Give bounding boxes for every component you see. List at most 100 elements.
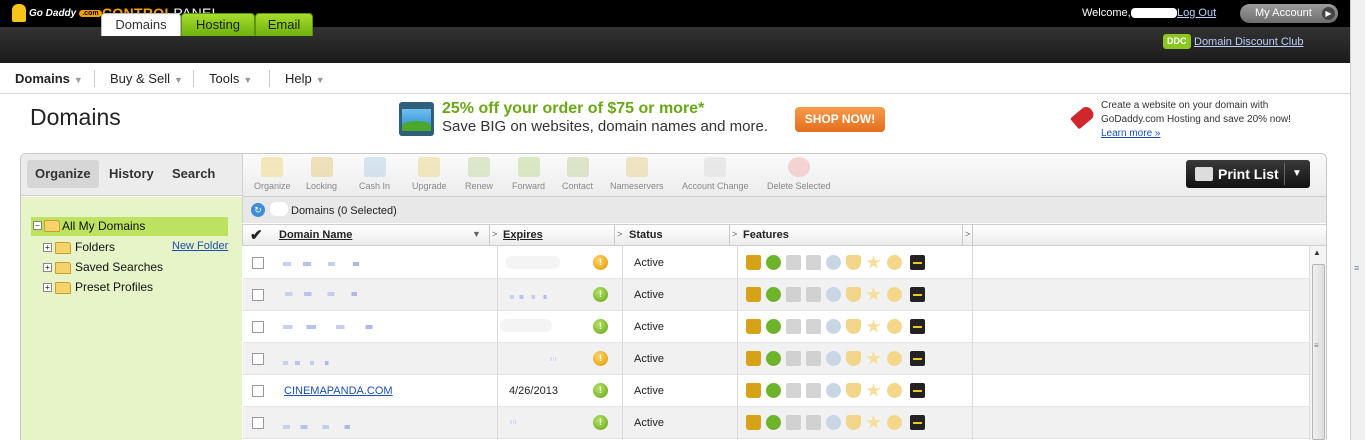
redacted-domain[interactable]	[283, 361, 343, 365]
column-expires[interactable]: Expires	[503, 229, 543, 241]
lock-icon[interactable]	[746, 319, 761, 334]
shield-icon[interactable]	[846, 351, 861, 366]
tab-domains[interactable]: Domains	[101, 13, 181, 36]
locking-tool[interactable]: Locking	[306, 157, 337, 191]
sync-icon[interactable]	[766, 287, 781, 302]
row-checkbox[interactable]	[252, 417, 264, 429]
column-features[interactable]: Features	[743, 229, 789, 241]
privacy-icon[interactable]	[806, 319, 821, 334]
cloud-icon[interactable]	[826, 287, 841, 302]
column-menu-icon[interactable]: >	[732, 229, 737, 239]
domain-link[interactable]: CINEMAPANDA.COM	[284, 385, 393, 397]
row-checkbox[interactable]	[252, 385, 264, 397]
tab-hosting[interactable]: Hosting	[181, 13, 255, 36]
sun-icon[interactable]	[887, 415, 902, 430]
contact-tool[interactable]: Contact	[562, 157, 593, 191]
learn-more-link[interactable]: Learn more »	[1101, 128, 1160, 139]
lock-icon[interactable]	[746, 415, 761, 430]
lock-icon[interactable]	[746, 287, 761, 302]
tab-search[interactable]: Search	[164, 160, 223, 188]
column-menu-icon[interactable]: >	[617, 229, 622, 239]
lock-icon[interactable]	[746, 383, 761, 398]
caret-down-icon[interactable]: ▼	[1292, 160, 1302, 188]
pulse-icon[interactable]	[910, 383, 925, 398]
column-status[interactable]: Status	[629, 229, 663, 241]
privacy-icon[interactable]	[806, 415, 821, 430]
window-scrollbar[interactable]: ≡	[1350, 0, 1365, 440]
dns-icon[interactable]	[786, 383, 801, 398]
godaddy-logo[interactable]: Go Daddy .com	[12, 4, 102, 22]
sync-icon[interactable]	[766, 383, 781, 398]
sun-icon[interactable]	[887, 287, 902, 302]
sort-down-icon[interactable]: ▼	[472, 229, 481, 239]
redacted-domain[interactable]	[283, 262, 383, 266]
tab-organize[interactable]: Organize	[27, 160, 99, 188]
tree-saved-searches[interactable]: + Saved Searches	[43, 260, 163, 274]
menu-buy-sell[interactable]: Buy & Sell ▼	[110, 71, 183, 86]
sync-icon[interactable]	[766, 351, 781, 366]
domain-discount-club-link[interactable]: Domain Discount Club	[1194, 36, 1303, 48]
pulse-icon[interactable]	[910, 319, 925, 334]
sync-icon[interactable]	[766, 415, 781, 430]
privacy-icon[interactable]	[806, 287, 821, 302]
privacy-icon[interactable]	[806, 255, 821, 270]
column-menu-icon[interactable]: >	[492, 229, 497, 239]
sun-icon[interactable]	[887, 351, 902, 366]
scroll-thumb[interactable]	[1312, 264, 1325, 440]
shield-icon[interactable]	[846, 255, 861, 270]
renew-tool[interactable]: Renew	[465, 157, 493, 191]
nameservers-tool[interactable]: Nameservers	[610, 157, 664, 191]
my-account-button[interactable]: My Account ▶	[1240, 4, 1338, 23]
expand-icon[interactable]: +	[43, 243, 52, 253]
column-divider[interactable]	[614, 225, 615, 245]
sync-icon[interactable]	[766, 255, 781, 270]
scroll-up-icon[interactable]: ▲	[1313, 248, 1321, 257]
dns-icon[interactable]	[786, 287, 801, 302]
upgrade-tool[interactable]: Upgrade	[412, 157, 447, 191]
column-divider[interactable]	[489, 225, 490, 245]
new-folder-link[interactable]: New Folder	[172, 240, 228, 252]
dns-icon[interactable]	[786, 319, 801, 334]
row-checkbox[interactable]	[252, 353, 264, 365]
menu-domains[interactable]: Domains ▼	[15, 71, 83, 86]
redacted-domain[interactable]	[283, 325, 401, 329]
cash-in-tool[interactable]: Cash In	[359, 157, 390, 191]
privacy-icon[interactable]	[806, 383, 821, 398]
column-divider[interactable]	[729, 225, 730, 245]
forward-tool[interactable]: Forward	[512, 157, 545, 191]
delete-selected-tool[interactable]: Delete Selected	[767, 157, 831, 191]
account-change-tool[interactable]: Account Change	[682, 157, 749, 191]
lock-icon[interactable]	[746, 255, 761, 270]
pulse-icon[interactable]	[910, 287, 925, 302]
column-domain-name[interactable]: Domain Name	[279, 229, 352, 241]
pulse-icon[interactable]	[910, 255, 925, 270]
tab-email[interactable]: Email	[255, 13, 313, 36]
sun-icon[interactable]	[887, 383, 902, 398]
column-menu-icon[interactable]: >	[965, 229, 970, 239]
organize-tool[interactable]: Organize	[254, 157, 291, 191]
select-all-checkmark[interactable]: ✔	[250, 226, 263, 244]
logout-link[interactable]: Log Out	[1177, 7, 1216, 19]
cloud-icon[interactable]	[826, 383, 841, 398]
expand-icon[interactable]: +	[43, 283, 52, 293]
privacy-icon[interactable]	[806, 351, 821, 366]
shield-icon[interactable]	[846, 287, 861, 302]
cloud-icon[interactable]	[826, 319, 841, 334]
dns-icon[interactable]	[786, 415, 801, 430]
cloud-icon[interactable]	[826, 255, 841, 270]
redacted-domain[interactable]	[285, 292, 380, 296]
tree-folders[interactable]: + Folders	[43, 240, 115, 254]
row-checkbox[interactable]	[252, 321, 264, 333]
sun-icon[interactable]	[887, 319, 902, 334]
tree-preset-profiles[interactable]: + Preset Profiles	[43, 280, 153, 294]
expand-icon[interactable]: +	[43, 263, 52, 273]
menu-tools[interactable]: Tools ▼	[209, 71, 252, 86]
dns-icon[interactable]	[786, 255, 801, 270]
shop-now-button[interactable]: SHOP NOW!	[795, 107, 885, 132]
column-divider[interactable]	[962, 225, 963, 245]
redacted-domain[interactable]	[283, 425, 371, 429]
sun-icon[interactable]	[887, 255, 902, 270]
cloud-icon[interactable]	[826, 351, 841, 366]
row-checkbox[interactable]	[252, 257, 264, 269]
dns-icon[interactable]	[786, 351, 801, 366]
